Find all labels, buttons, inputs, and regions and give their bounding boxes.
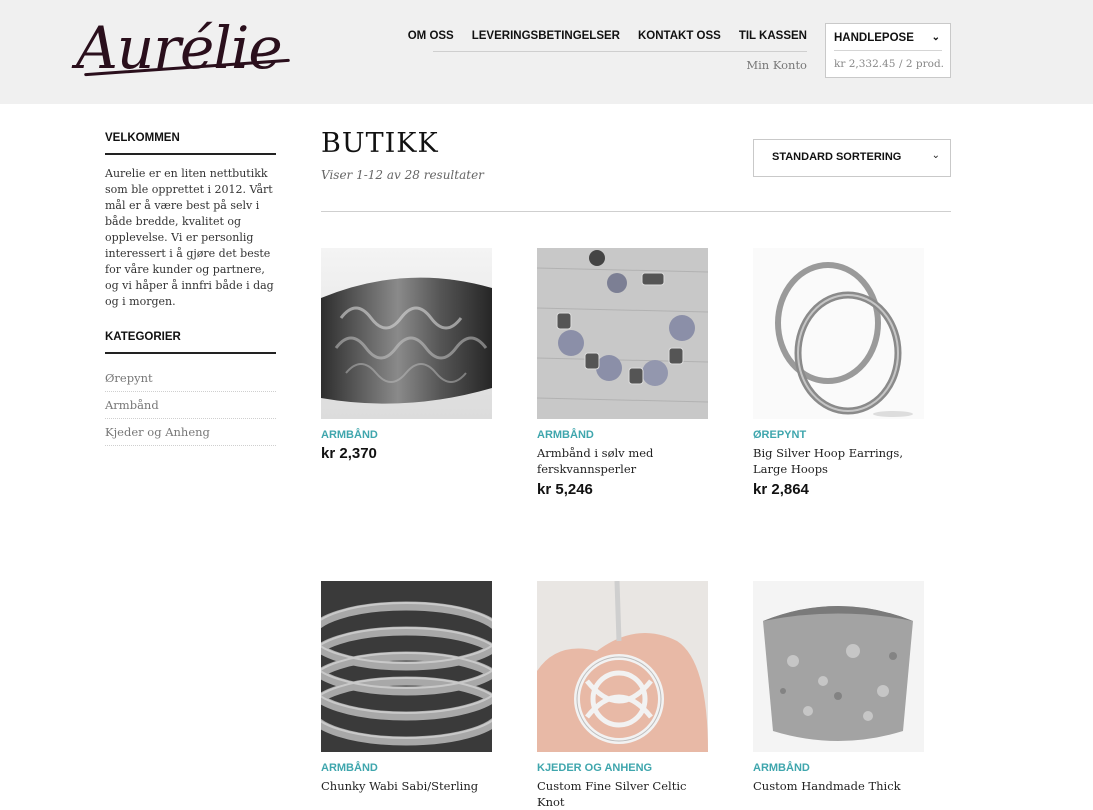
product-price: kr 5,246 [537,481,593,498]
sort-label: STANDARD SORTERING [772,151,902,163]
product-name[interactable]: Custom Fine Silver Celtic Knot [537,778,708,810]
main-nav: OM OSS LEVERINGSBETINGELSER KONTAKT OSS … [408,22,807,52]
product-card: ARMBÅND Armbånd i sølv med ferskvannsper… [537,248,708,498]
welcome-text: Aurelie er en liten nettbutikk som ble o… [105,167,274,308]
product-card: ARMBÅND kr 2,370 [321,248,492,462]
product-card: ØREPYNT Big Silver Hoop Earrings, Large … [753,248,924,498]
category-item-armband[interactable]: Armbånd [105,393,276,419]
product-image-pearl-bracelet[interactable] [537,248,708,419]
product-category[interactable]: ARMBÅND [753,762,924,774]
product-category[interactable]: ARMBÅND [321,429,492,441]
category-item-kjeder[interactable]: Kjeder og Anheng [105,420,276,446]
product-category[interactable]: ARMBÅND [321,762,492,774]
product-name[interactable]: Custom Handmade Thick [753,778,924,794]
cart-title-label: HANDLEPOSE [834,32,914,44]
product-card: ARMBÅND Custom Handmade Thick [753,581,924,794]
product-image-stacked-bangles[interactable] [321,581,492,752]
product-name[interactable]: Chunky Wabi Sabi/Sterling [321,778,492,794]
category-list: Ørepynt Armbånd Kjeder og Anheng [105,366,276,447]
sort-select[interactable]: STANDARD SORTERING ⌄ [753,139,951,177]
cart-count: / 2 prod. [898,58,944,70]
welcome-heading: VELKOMMEN [105,132,276,155]
product-card: ARMBÅND Chunky Wabi Sabi/Sterling [321,581,492,794]
divider [321,211,951,212]
product-card: KJEDER OG ANHENG Custom Fine Silver Celt… [537,581,708,810]
product-image-celtic-knot[interactable] [537,581,708,752]
account-link[interactable]: Min Konto [700,58,807,72]
site-header: Aurélie OM OSS LEVERINGSBETINGELSER KONT… [0,0,1093,104]
site-logo[interactable]: Aurélie [76,8,283,88]
product-category[interactable]: ØREPYNT [753,429,924,441]
product-price: kr 2,864 [753,481,809,498]
nav-om-oss[interactable]: OM OSS [408,22,454,51]
chevron-down-icon: ⌄ [931,150,940,161]
product-price: kr 2,370 [321,445,377,462]
nav-til-kassen[interactable]: TIL KASSEN [721,22,807,51]
product-category[interactable]: KJEDER OG ANHENG [537,762,708,774]
nav-leveringsbetingelser[interactable]: LEVERINGSBETINGELSER [454,22,620,51]
cart-title[interactable]: HANDLEPOSE ⌄ [834,32,942,51]
product-name[interactable]: Big Silver Hoop Earrings, Large Hoops [753,445,924,477]
product-image-hoop-earrings[interactable] [753,248,924,419]
categories-heading: KATEGORIER [105,331,276,354]
product-name[interactable]: Armbånd i sølv med ferskvannsperler [537,445,708,477]
cart-widget[interactable]: HANDLEPOSE ⌄ kr 2,332.45 / 2 prod. [825,23,951,78]
category-item-orepynt[interactable]: Ørepynt [105,366,276,392]
product-image-hammered-cuff[interactable] [753,581,924,752]
cart-total: kr 2,332.45 [834,58,896,70]
result-count: Viser 1-12 av 28 resultater [321,168,484,182]
page-title: BUTIKK [321,128,439,159]
nav-kontakt-oss[interactable]: KONTAKT OSS [620,22,721,51]
chevron-down-icon: ⌄ [931,32,940,43]
product-category[interactable]: ARMBÅND [537,429,708,441]
product-image-engraved-cuff[interactable] [321,248,492,419]
